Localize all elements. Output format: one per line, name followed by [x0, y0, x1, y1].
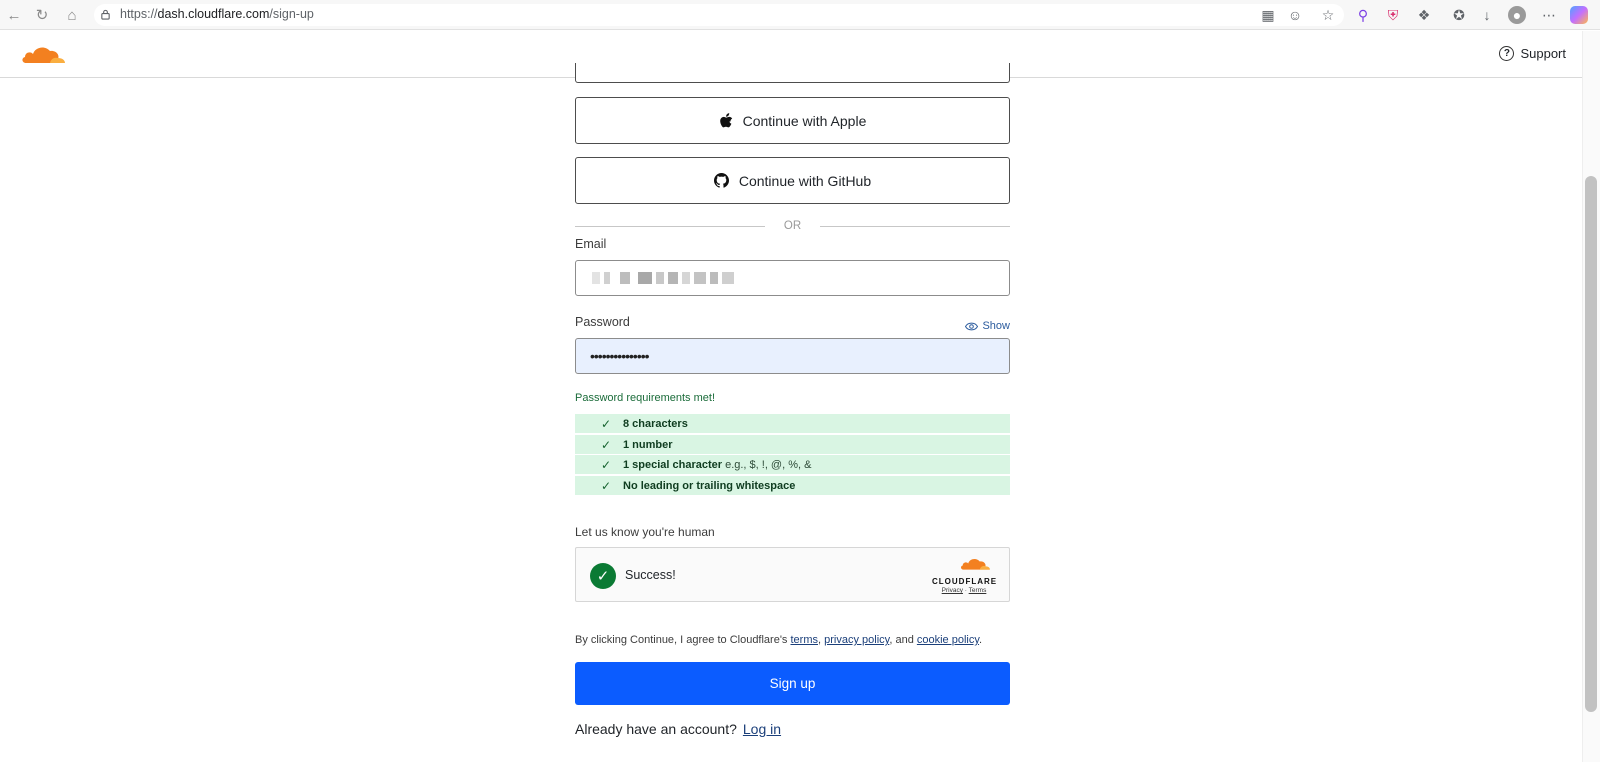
terms-link[interactable]: terms: [791, 634, 819, 646]
or-divider: OR: [575, 219, 1010, 235]
shield-extension-icon[interactable]: ⛨: [1384, 6, 1402, 24]
check-icon: ✓: [601, 457, 612, 472]
cloudflare-logo[interactable]: [20, 43, 66, 65]
email-label: Email: [575, 237, 607, 251]
reader-icon[interactable]: ☺: [1286, 6, 1304, 24]
privacy-policy-link[interactable]: privacy policy: [824, 634, 889, 646]
requirement-item: ✓ No leading or trailing whitespace: [575, 476, 1010, 495]
apple-icon: [719, 112, 732, 127]
browser-toolbar: ← ↻ ⌂ https://dash.cloudflare.com/sign-u…: [0, 0, 1600, 30]
check-icon: ✓: [601, 478, 612, 493]
success-check-icon: ✓: [590, 563, 616, 589]
cloudflare-wordmark: CLOUDFLARE: [932, 577, 998, 586]
continue-with-apple-button[interactable]: Continue with Apple: [575, 97, 1010, 144]
login-prompt-text: Already have an account?: [575, 721, 737, 737]
requirement-item: ✓ 8 characters: [575, 414, 1010, 433]
support-label: Support: [1520, 46, 1566, 61]
requirement-label: No leading or trailing whitespace: [623, 479, 796, 492]
lock-icon: [101, 9, 110, 20]
extensions-puzzle-icon[interactable]: ❖: [1415, 6, 1433, 24]
show-password-toggle[interactable]: Show: [965, 320, 1010, 332]
scrollbar-thumb[interactable]: [1585, 176, 1597, 712]
log-in-link[interactable]: Log in: [743, 721, 781, 737]
google-button[interactable]: [575, 63, 1010, 83]
github-icon: [713, 173, 729, 188]
password-requirements-status: Password requirements met!: [575, 392, 715, 404]
login-prompt: Already have an account? Log in: [575, 721, 781, 737]
cloudflare-turnstile-branding: CLOUDFLARE Privacy · Terms: [932, 556, 996, 594]
cloudflare-logo: [960, 559, 990, 570]
refresh-icon[interactable]: ↻: [32, 5, 52, 25]
eye-icon: [965, 322, 979, 330]
home-icon[interactable]: ⌂: [62, 5, 82, 25]
requirement-label: 1 number: [623, 438, 673, 451]
favorites-icon[interactable]: ✪: [1450, 6, 1468, 24]
requirement-item: ✓ 1 number: [575, 435, 1010, 454]
help-circle-icon: ?: [1499, 46, 1515, 61]
show-label: Show: [982, 320, 1010, 332]
key-extension-icon[interactable]: ⚲: [1354, 6, 1372, 24]
back-icon[interactable]: ←: [4, 5, 24, 25]
requirement-label: 1 special character: [623, 458, 723, 471]
github-button-label: Continue with GitHub: [738, 172, 872, 189]
password-value: •••••••••••••••: [590, 348, 650, 364]
requirement-label: 8 characters: [623, 417, 688, 430]
url-text: https://dash.cloudflare.com/sign-up: [120, 7, 314, 21]
apple-button-label: Continue with Apple: [742, 112, 867, 129]
captcha-terms-link[interactable]: Terms: [969, 587, 987, 594]
sign-up-button[interactable]: Sign up: [575, 662, 1010, 705]
captcha-status: Success!: [625, 568, 676, 582]
captcha-privacy-link[interactable]: Privacy: [942, 587, 963, 594]
copilot-icon[interactable]: [1570, 6, 1588, 24]
email-field[interactable]: [575, 260, 1010, 296]
check-icon: ✓: [601, 416, 612, 431]
profile-avatar[interactable]: ●: [1508, 6, 1526, 24]
check-icon: ✓: [601, 437, 612, 452]
requirement-item: ✓ 1 special character e.g., $, !, @, %, …: [575, 455, 1010, 474]
legal-agreement-text: By clicking Continue, I agree to Cloudfl…: [575, 634, 983, 646]
captcha-prompt: Let us know you're human: [575, 525, 715, 539]
cookie-policy-link[interactable]: cookie policy: [917, 634, 979, 646]
support-link[interactable]: ? Support: [1499, 46, 1566, 61]
password-label: Password: [575, 315, 630, 329]
requirement-example: e.g., $, !, @, %, &: [725, 458, 812, 471]
more-menu-icon[interactable]: ⋯: [1540, 6, 1558, 24]
continue-with-github-button[interactable]: Continue with GitHub: [575, 157, 1010, 204]
download-icon[interactable]: ↓: [1478, 6, 1496, 24]
address-bar[interactable]: https://dash.cloudflare.com/sign-up: [94, 4, 1344, 26]
favorite-star-icon[interactable]: ☆: [1319, 6, 1337, 24]
password-field[interactable]: •••••••••••••••: [575, 338, 1010, 374]
turnstile-widget[interactable]: ✓ Success! CLOUDFLARE Privacy · Terms: [575, 547, 1010, 602]
apps-icon[interactable]: ▦: [1259, 6, 1277, 24]
